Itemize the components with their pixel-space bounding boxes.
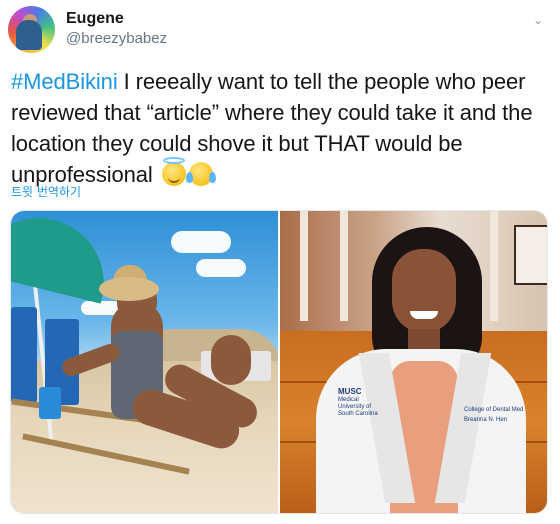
drink-cup xyxy=(39,387,61,419)
user-handle[interactable]: @breezybabez xyxy=(66,30,167,47)
avatar-figure xyxy=(16,20,42,50)
white-coat-portrait-photo[interactable]: MUSC Medical University of South Carolin… xyxy=(280,211,547,513)
cloud xyxy=(171,231,231,253)
coat-logo: MUSC xyxy=(338,387,362,396)
smile xyxy=(410,311,438,319)
avatar[interactable] xyxy=(8,6,55,53)
face xyxy=(392,249,456,333)
beach-chair xyxy=(11,307,37,403)
coat-embroidery-name: Breanna N. Hen xyxy=(464,417,508,423)
cloud xyxy=(196,259,246,277)
face-with-tears-of-joy-icon xyxy=(185,162,216,186)
wall-beam xyxy=(340,211,348,321)
smiling-face-with-halo-icon xyxy=(161,157,186,186)
wall-beam xyxy=(490,211,498,321)
distant-person xyxy=(211,335,251,385)
translate-tweet-link[interactable]: 트윗 번역하기 xyxy=(11,183,81,200)
beach-bikini-photo[interactable] xyxy=(11,211,278,513)
tweet-text: #MedBikini I reeeally want to tell the p… xyxy=(11,66,551,190)
hashtag-link[interactable]: #MedBikini xyxy=(11,69,118,94)
coat-embroidery-line: College of Dental Med xyxy=(464,407,524,413)
media-grid: MUSC Medical University of South Carolin… xyxy=(10,210,548,514)
wall-frame xyxy=(514,225,547,285)
tweet-card: Eugene @breezybabez ⌄ #MedBikini I reeea… xyxy=(0,0,560,524)
wall-beam xyxy=(300,211,308,321)
coat-logo-subtitle: Medical University of South Carolina xyxy=(338,397,378,417)
display-name[interactable]: Eugene xyxy=(66,10,124,28)
sun-hat-brim xyxy=(99,277,159,301)
chevron-down-icon[interactable]: ⌄ xyxy=(530,12,546,28)
